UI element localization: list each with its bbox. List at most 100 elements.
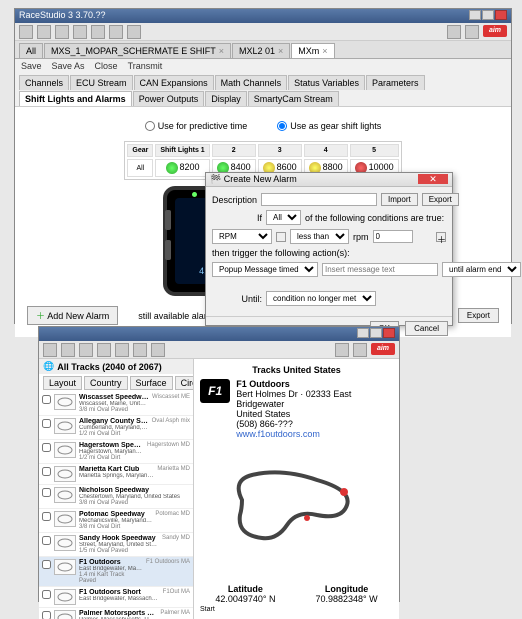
dialog-close-button[interactable]: ✕	[418, 174, 448, 184]
all-select[interactable]: All	[266, 210, 301, 225]
track-checkbox[interactable]	[42, 611, 51, 619]
track-len: 1.4 mi Kart Track Paved	[79, 572, 143, 584]
tab-can[interactable]: CAN Expansions	[134, 75, 214, 90]
tab-status[interactable]: Status Variables	[288, 75, 365, 90]
track-thumb-icon	[54, 442, 76, 458]
chart-icon[interactable]	[73, 25, 87, 39]
track-tag: F1Out MA	[163, 589, 190, 605]
device-icon[interactable]	[151, 343, 165, 357]
track-item[interactable]: Sandy Hook Speedway Street, Maryland, Un…	[39, 533, 193, 557]
tab-smarty[interactable]: SmartyCam Stream	[248, 91, 339, 106]
signal-icon[interactable]	[465, 25, 479, 39]
track-checkbox[interactable]	[42, 443, 51, 452]
maximize-button[interactable]	[482, 10, 494, 20]
close-icon[interactable]: ×	[322, 46, 327, 56]
save-action[interactable]: Save	[21, 61, 42, 71]
chart-icon[interactable]	[97, 343, 111, 357]
signal-icon[interactable]	[353, 343, 367, 357]
download-icon[interactable]	[115, 343, 129, 357]
saveas-action[interactable]: Save As	[52, 61, 85, 71]
threshold-input[interactable]	[373, 230, 413, 243]
gear-icon[interactable]	[55, 25, 69, 39]
track-checkbox[interactable]	[42, 590, 51, 599]
tab-math[interactable]: Math Channels	[215, 75, 288, 90]
track-item[interactable]: F1 Outdoors Short East Bridgewater, Mass…	[39, 587, 193, 608]
track-thumb-icon	[54, 487, 76, 503]
cloud-icon[interactable]	[61, 343, 75, 357]
export-button[interactable]: Export	[422, 193, 459, 206]
track-web[interactable]: www.f1outdoors.com	[236, 429, 393, 439]
until-select[interactable]: condition no longer met	[266, 291, 376, 306]
tab-ecu[interactable]: ECU Stream	[70, 75, 133, 90]
track-item[interactable]: F1 Outdoors East Bridgewater, Massachuse…	[39, 557, 193, 587]
minimize-button[interactable]	[357, 328, 369, 338]
cancel-button[interactable]: Cancel	[405, 321, 448, 336]
filter-surface[interactable]: Surface	[130, 376, 173, 390]
track-tag: Potomac MD	[155, 511, 190, 530]
duration-select[interactable]: until alarm end	[442, 262, 521, 277]
track-item[interactable]: Wiscasset Speedway Wiscasset, Maine, Uni…	[39, 392, 193, 416]
message-input[interactable]	[322, 263, 438, 276]
tab-mxl2[interactable]: MXL2 01×	[232, 43, 290, 58]
track-checkbox[interactable]	[42, 488, 51, 497]
channel-select[interactable]: RPM	[212, 229, 272, 244]
sl-cell-1[interactable]: 8200	[155, 159, 209, 177]
tab-channels[interactable]: Channels	[19, 75, 69, 90]
track-len: 3/8 mi Oval Dirt	[79, 524, 152, 530]
filter-circuit[interactable]: Circuit	[175, 376, 194, 390]
track-item[interactable]: Allegany County Speedway Cumberland, Mar…	[39, 416, 193, 440]
home-icon[interactable]	[19, 25, 33, 39]
tab-shift[interactable]: Shift Lights and Alarms	[19, 91, 132, 106]
track-item[interactable]: Hagerstown Speedway Hagerstown, Maryland…	[39, 440, 193, 464]
track-name: Potomac Speedway	[79, 511, 152, 518]
channel-picker-button[interactable]	[276, 232, 286, 242]
import-button[interactable]: Import	[381, 193, 418, 206]
close-action[interactable]: Close	[95, 61, 118, 71]
maximize-button[interactable]	[370, 328, 382, 338]
close-button[interactable]	[495, 10, 507, 20]
close-icon[interactable]: ×	[278, 46, 283, 56]
track-checkbox[interactable]	[42, 467, 51, 476]
export-button[interactable]: Export	[458, 308, 499, 323]
wifi-icon[interactable]	[447, 25, 461, 39]
track-checkbox[interactable]	[42, 560, 51, 569]
track-checkbox[interactable]	[42, 512, 51, 521]
predictive-radio[interactable]: Use for predictive time	[145, 121, 248, 131]
track-icon[interactable]	[109, 25, 123, 39]
filter-country[interactable]: Country	[84, 376, 128, 390]
tab-display[interactable]: Display	[205, 91, 247, 106]
minimize-button[interactable]	[469, 10, 481, 20]
gear-icon[interactable]	[79, 343, 93, 357]
track-item[interactable]: Nicholson Speedway Chestertown, Maryland…	[39, 485, 193, 509]
cloud-icon[interactable]	[37, 25, 51, 39]
track-icon[interactable]	[133, 343, 147, 357]
track-item[interactable]: Potomac Speedway Mechanicsville, Marylan…	[39, 509, 193, 533]
tab-mxm[interactable]: MXm×	[291, 43, 334, 58]
track-item[interactable]: Palmer Motorsports Park Palmer, Massachu…	[39, 608, 193, 619]
device-icon[interactable]	[127, 25, 141, 39]
hdr-sl2: 2	[212, 144, 256, 157]
add-condition-button[interactable]: ＋	[436, 232, 446, 242]
track-item[interactable]: Marietta Kart Club Marietta Springs, Mar…	[39, 464, 193, 485]
desc-input[interactable]	[261, 193, 377, 206]
transmit-action[interactable]: Transmit	[128, 61, 163, 71]
home-icon[interactable]	[43, 343, 57, 357]
close-button[interactable]	[383, 328, 395, 338]
add-alarm-button[interactable]: ＋ Add New Alarm	[27, 306, 118, 325]
close-icon[interactable]: ×	[219, 46, 224, 56]
wifi-icon[interactable]	[335, 343, 349, 357]
led-green-icon	[166, 162, 178, 174]
track-checkbox[interactable]	[42, 536, 51, 545]
tab-params[interactable]: Parameters	[366, 75, 425, 90]
operator-select[interactable]: less than	[290, 229, 349, 244]
if-label: If	[212, 213, 262, 223]
download-icon[interactable]	[91, 25, 105, 39]
action-select[interactable]: Popup Message timed	[212, 262, 318, 277]
filter-layout[interactable]: Layout	[43, 376, 82, 390]
tab-mxs1[interactable]: MXS_1_MOPAR_SCHERMATE E SHIFT×	[44, 43, 231, 58]
track-checkbox[interactable]	[42, 419, 51, 428]
track-checkbox[interactable]	[42, 395, 51, 404]
gear-radio[interactable]: Use as gear shift lights	[277, 121, 381, 131]
tab-all[interactable]: All	[19, 43, 43, 58]
tab-power[interactable]: Power Outputs	[133, 91, 205, 106]
